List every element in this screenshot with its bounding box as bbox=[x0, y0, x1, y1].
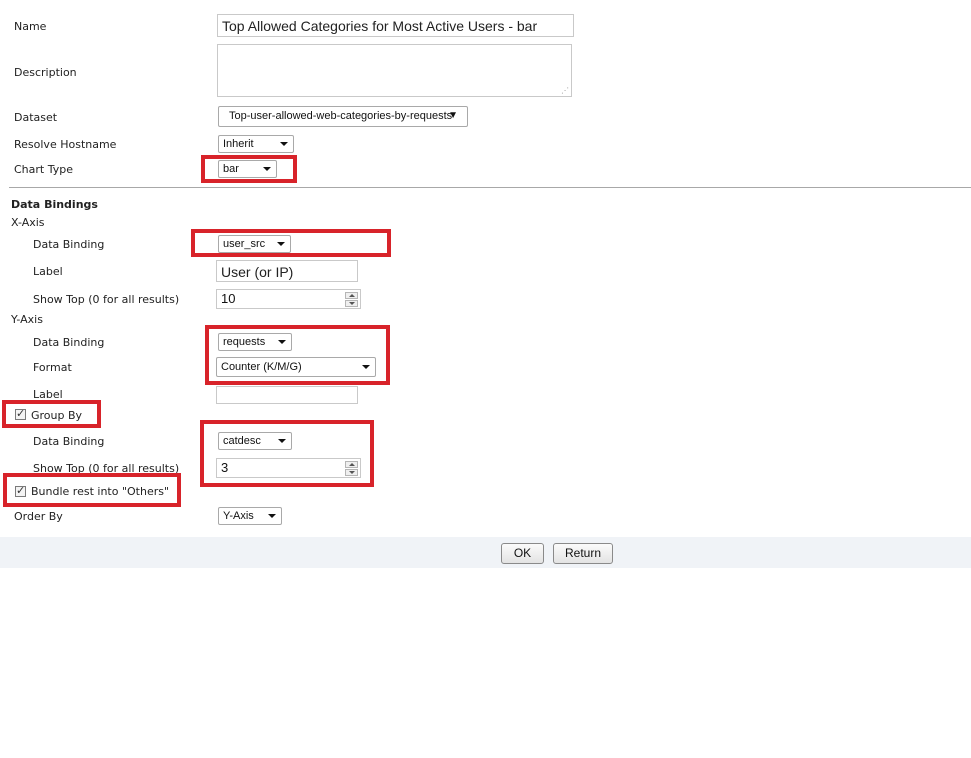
data-bindings-heading: Data Bindings bbox=[11, 198, 98, 211]
group-show-top-label: Show Top (0 for all results) bbox=[33, 462, 180, 475]
checkmark-icon: ✓ bbox=[16, 484, 26, 497]
chart-type-value: bar bbox=[223, 163, 239, 175]
group-show-top-value: 3 bbox=[221, 460, 229, 475]
x-data-binding-value: user_src bbox=[223, 238, 266, 250]
return-button[interactable]: Return bbox=[553, 543, 613, 564]
resize-grip-icon[interactable]: ⋰ bbox=[561, 86, 569, 95]
y-data-binding-value: requests bbox=[223, 336, 266, 348]
bundle-label: Bundle rest into "Others" bbox=[31, 485, 170, 498]
chevron-down-icon bbox=[268, 514, 276, 518]
chevron-down-icon bbox=[362, 365, 370, 369]
name-input[interactable]: Top Allowed Categories for Most Active U… bbox=[217, 14, 574, 37]
group-data-binding-label: Data Binding bbox=[33, 435, 105, 448]
x-data-binding-select[interactable]: user_src bbox=[218, 235, 291, 253]
group-data-binding-select[interactable]: catdesc bbox=[218, 432, 292, 450]
y-format-label: Format bbox=[33, 361, 72, 374]
chart-type-label: Chart Type bbox=[14, 163, 73, 176]
dataset-value: Top-user-allowed-web-categories-by-reque… bbox=[229, 110, 453, 122]
order-by-select[interactable]: Y-Axis bbox=[218, 507, 282, 525]
description-textarea[interactable]: ⋰ bbox=[217, 44, 572, 97]
name-label: Name bbox=[14, 20, 47, 33]
ok-button[interactable]: OK bbox=[501, 543, 544, 564]
dataset-select[interactable]: Top-user-allowed-web-categories-by-reque… bbox=[218, 106, 468, 127]
y-data-binding-label: Data Binding bbox=[33, 336, 105, 349]
dropdown-triangle-icon: ▼ bbox=[448, 110, 458, 121]
order-by-label: Order By bbox=[14, 510, 63, 523]
dataset-label: Dataset bbox=[14, 111, 58, 124]
spin-up-icon[interactable] bbox=[345, 461, 358, 468]
chevron-down-icon bbox=[278, 340, 286, 344]
spin-up-icon[interactable] bbox=[345, 292, 358, 299]
description-label: Description bbox=[14, 66, 77, 79]
chevron-down-icon bbox=[263, 167, 271, 171]
group-by-checkbox[interactable]: ✓ bbox=[15, 407, 26, 420]
x-show-top-spinner[interactable]: 10 bbox=[216, 289, 361, 309]
x-data-binding-label: Data Binding bbox=[33, 238, 105, 251]
resolve-hostname-value: Inherit bbox=[223, 138, 254, 150]
resolve-hostname-label: Resolve Hostname bbox=[14, 138, 117, 151]
y-format-value: Counter (K/M/G) bbox=[221, 361, 302, 373]
group-show-top-spinner[interactable]: 3 bbox=[216, 458, 361, 478]
order-by-value: Y-Axis bbox=[223, 510, 254, 522]
chart-type-select[interactable]: bar bbox=[218, 160, 277, 178]
x-axis-heading: X-Axis bbox=[11, 216, 45, 229]
checkmark-icon: ✓ bbox=[16, 407, 26, 420]
y-label-input[interactable] bbox=[216, 386, 358, 404]
y-axis-heading: Y-Axis bbox=[11, 313, 43, 326]
y-label-label: Label bbox=[33, 388, 63, 401]
resolve-hostname-select[interactable]: Inherit bbox=[218, 135, 294, 153]
chevron-down-icon bbox=[280, 142, 288, 146]
group-by-label: Group By bbox=[31, 409, 83, 422]
x-show-top-value: 10 bbox=[221, 291, 236, 306]
spin-down-icon[interactable] bbox=[345, 469, 358, 476]
x-label-label: Label bbox=[33, 265, 63, 278]
chevron-down-icon bbox=[277, 242, 285, 246]
button-bar bbox=[0, 537, 971, 568]
section-divider bbox=[9, 187, 971, 188]
chevron-down-icon bbox=[278, 439, 286, 443]
y-data-binding-select[interactable]: requests bbox=[218, 333, 292, 351]
group-data-binding-value: catdesc bbox=[223, 435, 261, 447]
bundle-checkbox[interactable]: ✓ bbox=[15, 484, 26, 497]
x-show-top-label: Show Top (0 for all results) bbox=[33, 293, 180, 306]
y-format-select[interactable]: Counter (K/M/G) bbox=[216, 357, 376, 377]
spin-down-icon[interactable] bbox=[345, 300, 358, 307]
x-label-input[interactable]: User (or IP) bbox=[216, 260, 358, 282]
